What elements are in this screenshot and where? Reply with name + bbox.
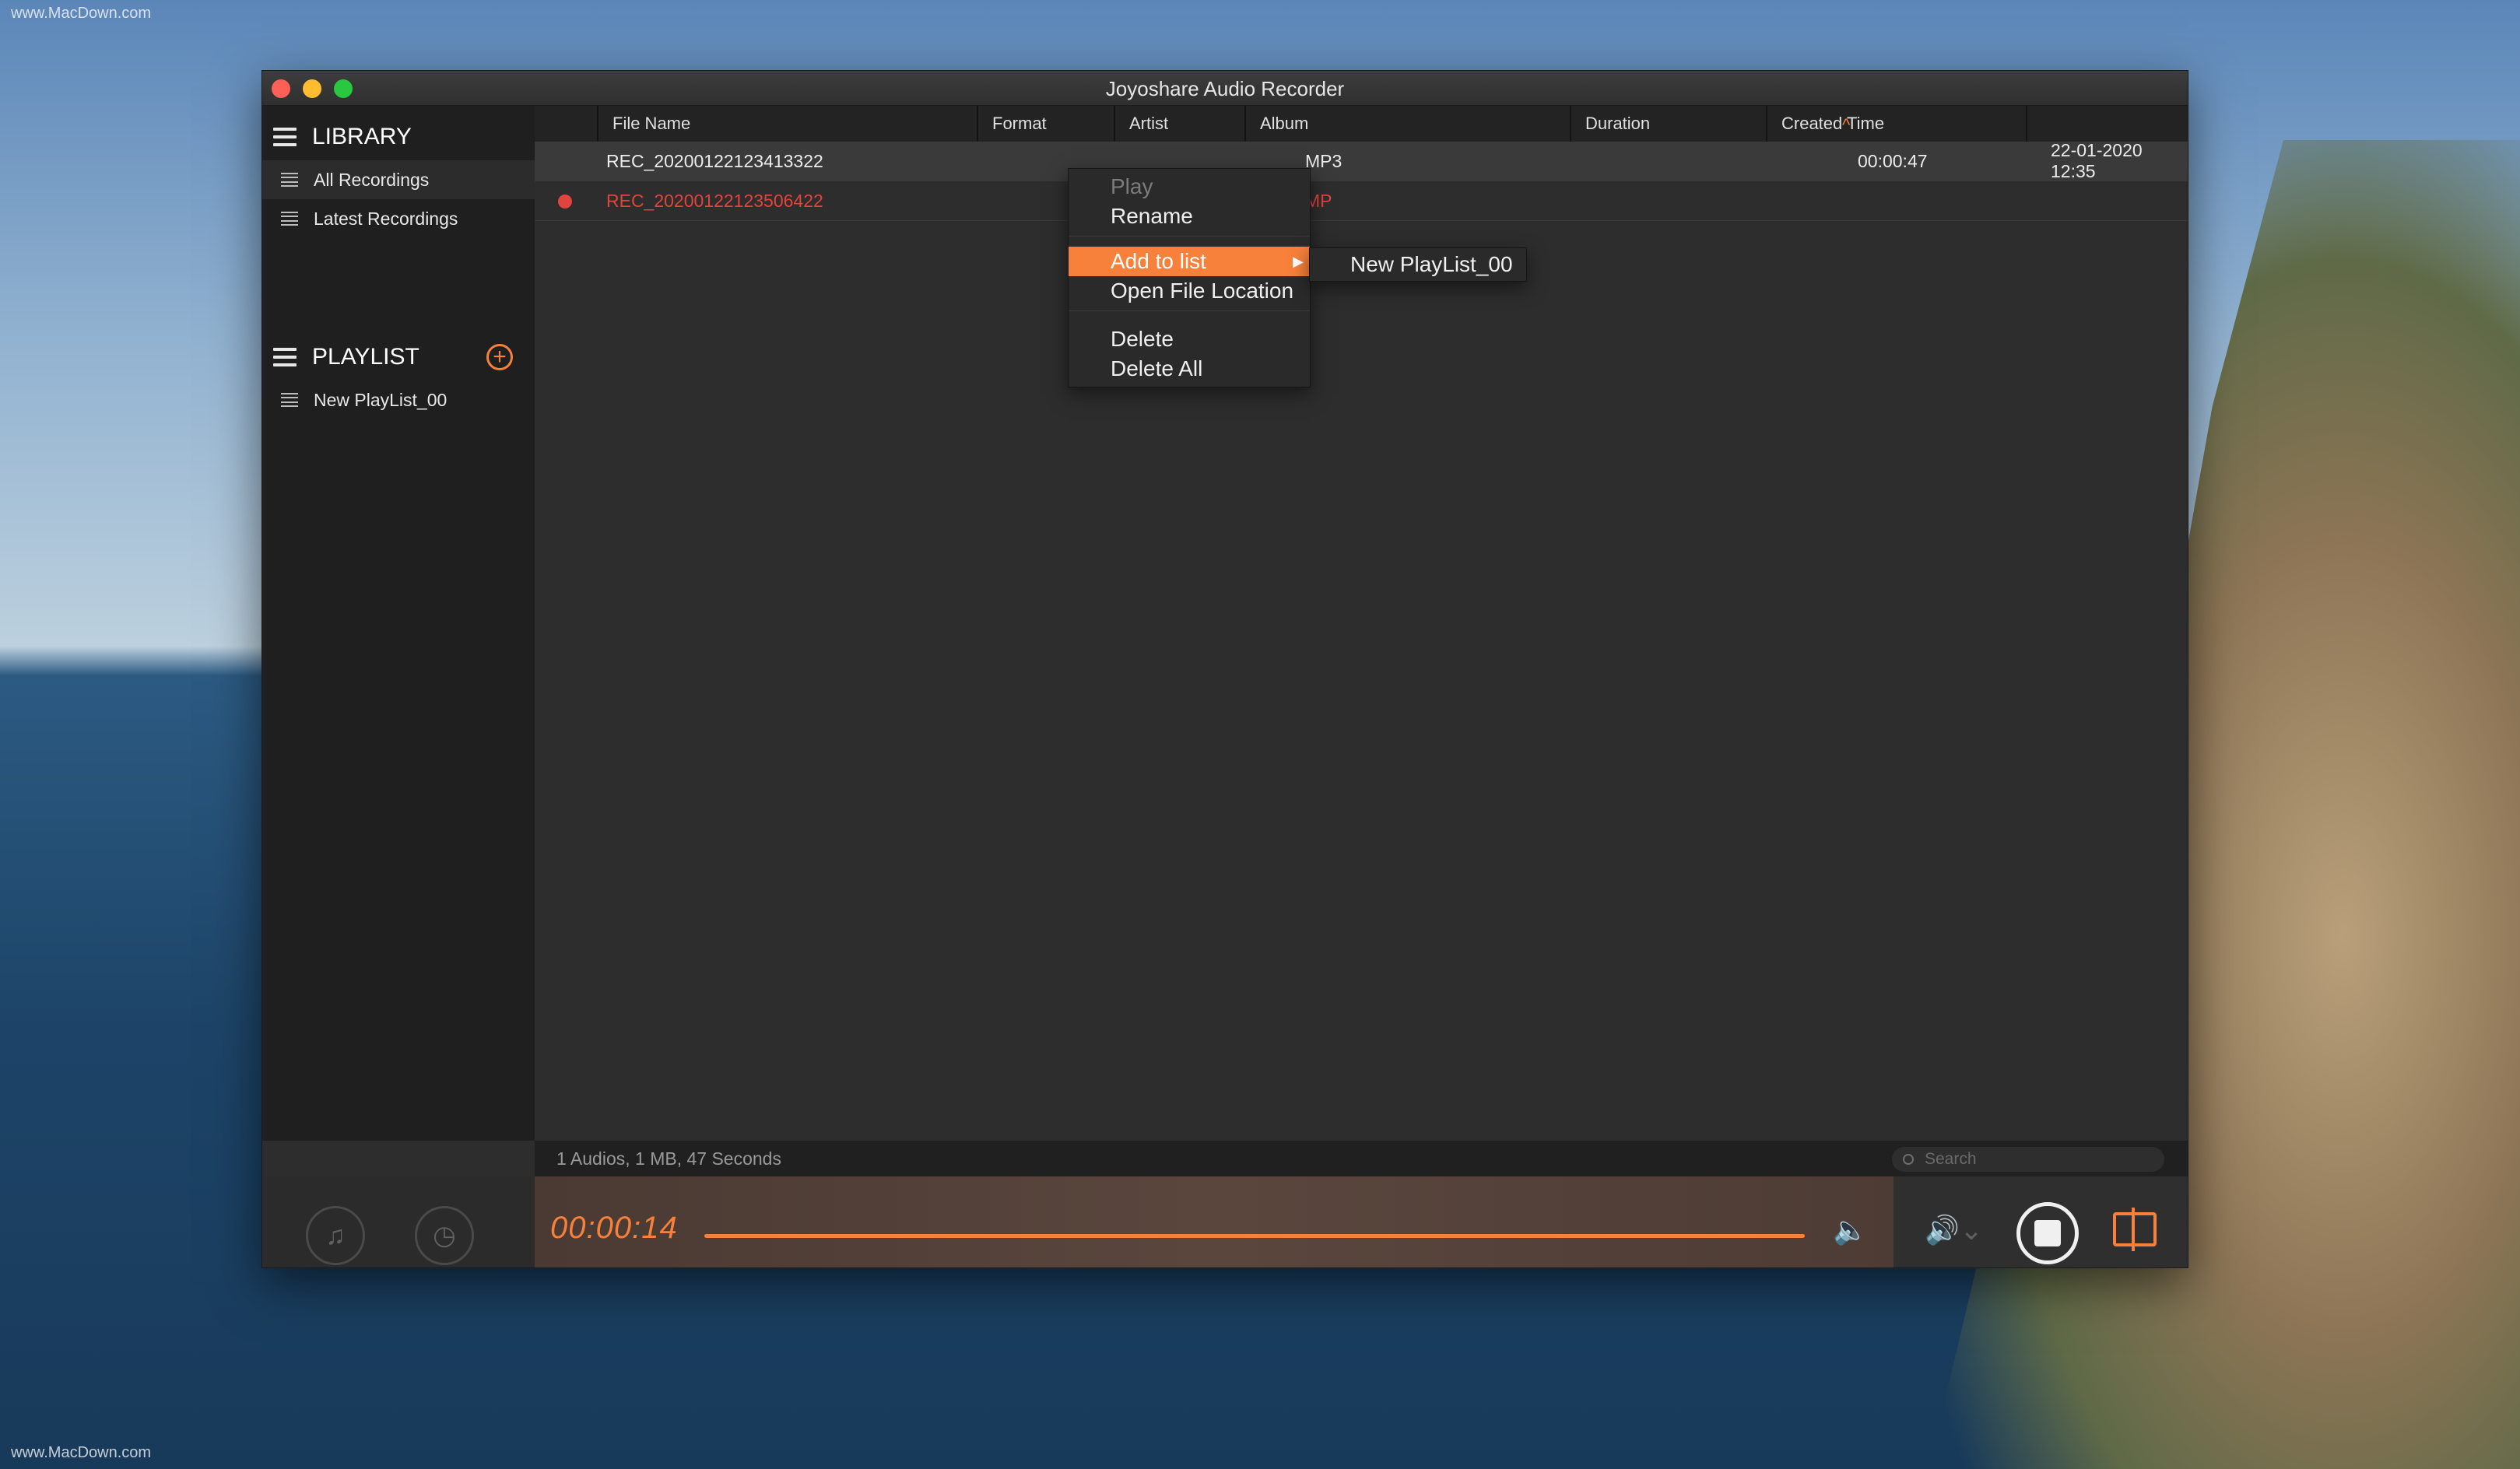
cell-file-name: REC_20200122123506422 [606,190,823,211]
column-artist[interactable]: Artist [1114,106,1244,142]
recording-timer: 00:00:14 [550,1211,678,1245]
search-box[interactable] [1892,1147,2164,1172]
column-empty [2026,106,2188,142]
sidebar-item-label: Latest Recordings [314,208,458,229]
title-bar: Joyoshare Audio Recorder [262,71,2188,106]
menu-item-play[interactable]: Play [1069,172,1310,202]
submenu: New PlayList_00 [1309,247,1527,282]
menu-item-delete-all[interactable]: Delete All [1069,354,1310,384]
music-library-icon[interactable]: ♫ [306,1206,365,1265]
submenu-item-new-playlist[interactable]: New PlayList_00 [1350,252,1513,277]
column-duration[interactable]: Duration [1570,106,1766,142]
player-bar: ♫ ◷ 00:00:14 🔈 🔊⌄ [262,1176,2188,1267]
table-header: File Name Format Artist Album ^ Duration… [535,106,2188,142]
list-icon [281,212,298,226]
playlist-header[interactable]: PLAYLIST [273,342,419,373]
library-label: LIBRARY [312,124,412,149]
cell-created-time: 22-01-2020 12:35 [2051,140,2143,181]
speaker-icon[interactable]: 🔊⌄ [1925,1214,1983,1246]
menu-item-label: Add to list [1111,249,1206,273]
column-file-name[interactable]: File Name [597,106,977,142]
cell-file-name: REC_20200122123413322 [606,150,823,171]
alarm-clock-icon[interactable]: ◷ [415,1206,474,1265]
watermark-top: www.MacDown.com [11,5,152,22]
player-left-controls: ♫ ◷ [262,1176,535,1267]
column-created-time[interactable]: Created Time [1766,106,2026,142]
menu-item-delete[interactable]: Delete [1069,324,1310,354]
row-divider [535,220,2188,221]
list-icon [281,173,298,187]
cell-format: MP3 [1305,150,1342,171]
menu-icon [273,128,297,146]
context-menu: Play Rename Add to list ▶ Open File Loca… [1068,168,1311,387]
volume-icon[interactable]: 🔈 [1833,1214,1868,1246]
window-title: Joyoshare Audio Recorder [1105,77,1345,100]
column-album[interactable]: Album [1244,106,1570,142]
menu-separator [1069,310,1310,311]
recording-indicator-icon [558,195,572,209]
split-icon[interactable] [2113,1208,2157,1251]
sidebar-item-label: All Recordings [314,169,430,190]
column-format[interactable]: Format [977,106,1114,142]
stop-icon [2034,1220,2061,1246]
submenu-arrow-icon: ▶ [1293,253,1304,269]
cell-duration: 00:00:47 [1858,150,1928,171]
playlist-label: PLAYLIST [312,344,419,370]
menu-icon [273,348,297,366]
sidebar: LIBRARY All Recordings Latest Recordings… [262,106,535,1141]
menu-item-add-to-list[interactable]: Add to list ▶ [1069,247,1310,276]
library-summary: 1 Audios, 1 MB, 47 Seconds [556,1148,781,1169]
search-input[interactable] [1923,1149,2144,1169]
add-playlist-icon[interactable]: + [486,344,513,370]
sidebar-item-latest-recordings[interactable]: Latest Recordings [262,199,535,238]
progress-track[interactable] [704,1234,1805,1238]
player-right-controls: 🔊⌄ [1894,1176,2188,1267]
status-bar: 1 Audios, 1 MB, 47 Seconds [535,1141,2188,1176]
table-row-recording[interactable]: REC_20200122123506422 MP [535,181,2188,220]
library-header[interactable]: LIBRARY [273,121,412,153]
playback-area: 00:00:14 🔈 [535,1176,1894,1267]
stop-button[interactable] [2016,1202,2079,1264]
menu-separator [1069,236,1310,237]
search-icon [1903,1154,1914,1165]
menu-item-rename[interactable]: Rename [1069,202,1310,231]
menu-item-open-file-location[interactable]: Open File Location [1069,276,1310,306]
watermark-bottom: www.MacDown.com [11,1444,152,1461]
table-row[interactable]: REC_20200122123413322 MP3 00:00:47 22-01… [535,140,2188,181]
sidebar-item-label: New PlayList_00 [314,389,447,410]
list-icon [281,393,298,407]
sidebar-item-all-recordings[interactable]: All Recordings [262,160,535,199]
sidebar-item-new-playlist[interactable]: New PlayList_00 [262,380,535,419]
